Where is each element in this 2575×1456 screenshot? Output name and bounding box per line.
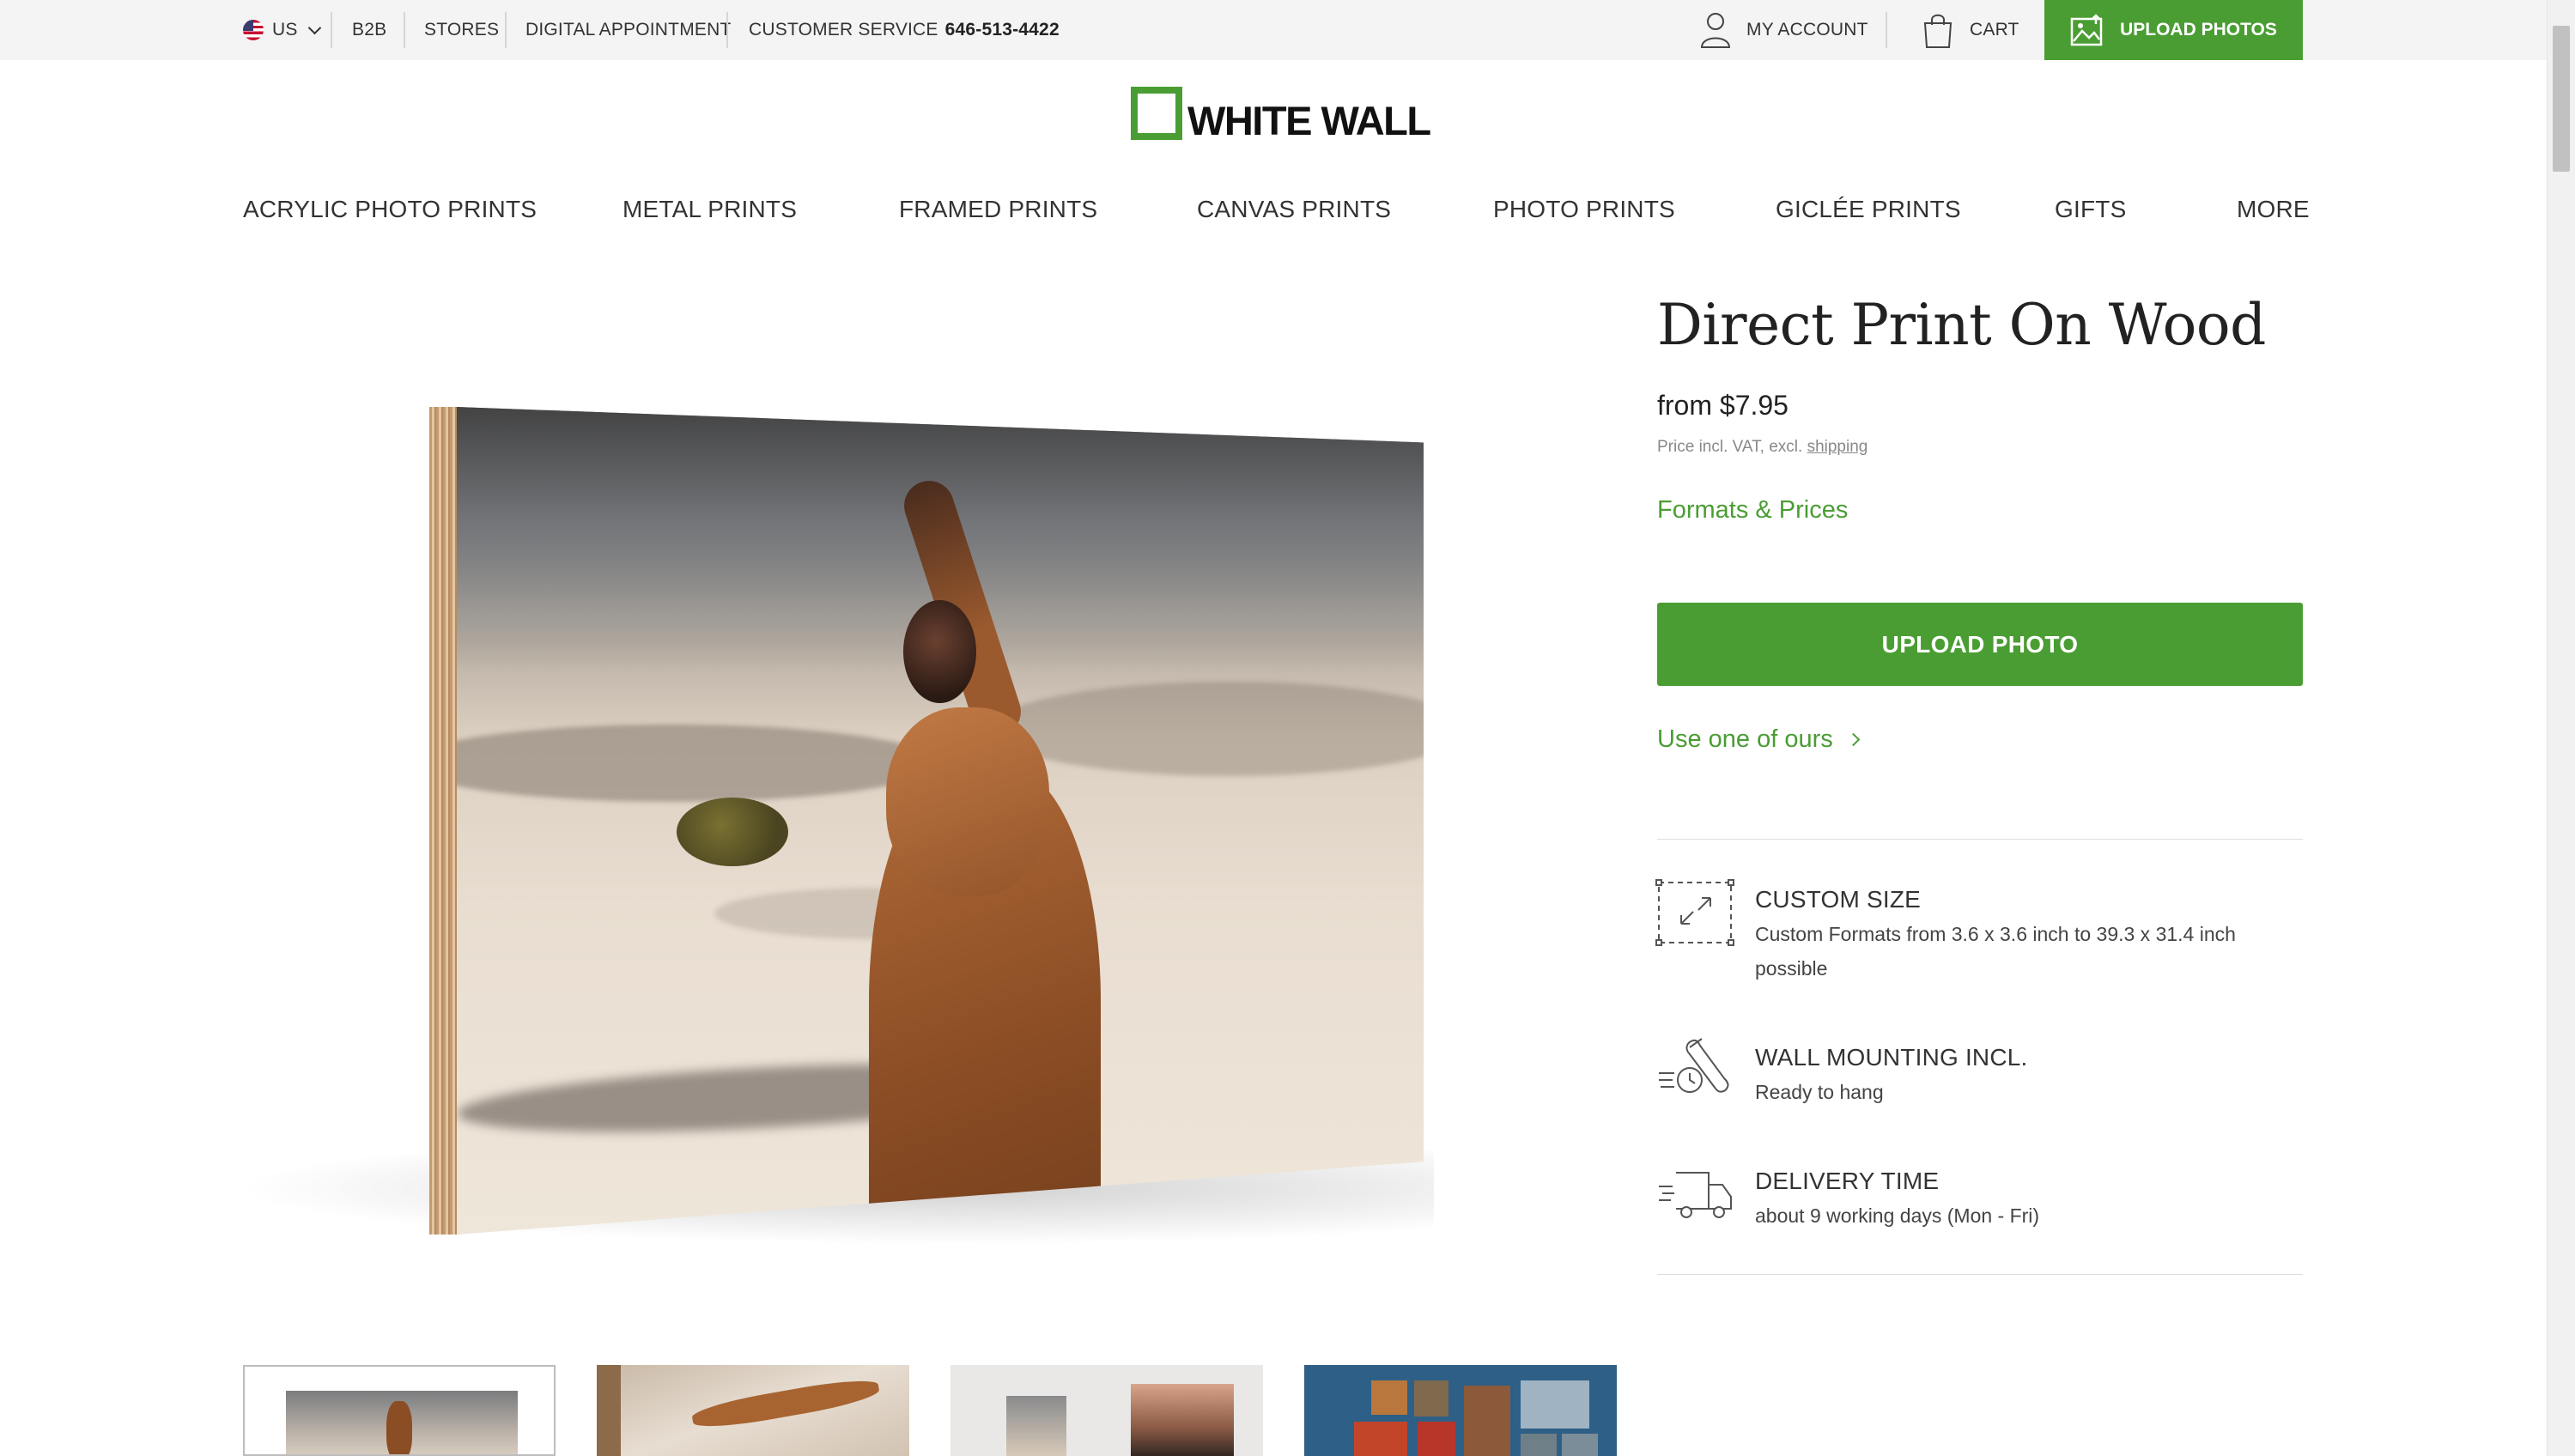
thumbnail-figure (386, 1401, 412, 1454)
feature-title-custom-size: CUSTOM SIZE (1755, 886, 1922, 913)
us-flag-icon (243, 20, 264, 40)
thumbnail-4[interactable] (1304, 1365, 1617, 1456)
nav-gifts[interactable]: GIFTS (2055, 196, 2126, 223)
price-note: Price incl. VAT, excl. shipping (1657, 438, 1867, 457)
top-utility-bar: US B2B STORES DIGITAL APPOINTMENT CUSTOM… (0, 0, 2547, 60)
thumbnail-artwork (1464, 1386, 1510, 1456)
thumbnail-artwork (1521, 1380, 1589, 1429)
figure-arm (897, 474, 1028, 743)
feature-desc-wall-mounting: Ready to hang (1755, 1081, 1884, 1103)
product-price: from $7.95 (1657, 390, 1789, 421)
feature-desc-custom-size: Custom Formats from 3.6 x 3.6 inch to 39… (1755, 923, 2236, 980)
thumbnail-artwork (1414, 1380, 1448, 1417)
nav-giclee-prints[interactable]: GICLÉE PRINTS (1776, 196, 1961, 223)
nav-more[interactable]: MORE (2237, 196, 2310, 223)
b2b-link[interactable]: B2B (352, 0, 386, 60)
thumbnail-artwork (1131, 1384, 1234, 1456)
thumbnail-artwork (1418, 1422, 1455, 1456)
country-selector[interactable]: US (243, 0, 321, 60)
upload-photo-button[interactable]: UPLOAD PHOTO (1657, 603, 2303, 686)
customer-service-phone[interactable]: 646-513-4422 (945, 20, 1060, 40)
country-label: US (272, 20, 298, 39)
nav-framed-prints[interactable]: FRAMED PRINTS (899, 196, 1097, 223)
formats-prices-link[interactable]: Formats & Prices (1657, 496, 1848, 525)
divider (1657, 839, 2303, 840)
customer-service[interactable]: CUSTOMER SERVICE 646-513-4422 (749, 0, 1060, 60)
figure-torso (886, 707, 1049, 896)
feature-desc-delivery-time: about 9 working days (Mon - Fri) (1755, 1204, 2040, 1227)
my-account-label: MY ACCOUNT (1746, 20, 1868, 39)
wall-mount-tools-icon (1659, 1038, 1729, 1093)
thumbnail-1[interactable] (243, 1365, 556, 1456)
desert-bush (677, 798, 788, 866)
wood-edge (429, 407, 460, 1235)
image-upload-icon (2070, 14, 2103, 46)
thumbnail-wood-edge (597, 1365, 621, 1456)
thumbnail-artwork (1354, 1422, 1407, 1456)
chevron-down-icon (307, 21, 321, 34)
my-account-link[interactable]: MY ACCOUNT (1700, 0, 1868, 60)
wood-print-face (457, 407, 1424, 1235)
thumbnail-artwork (1521, 1434, 1557, 1456)
thumbnail-artwork (1371, 1380, 1407, 1415)
thumbnail-2[interactable] (597, 1365, 909, 1456)
use-one-of-ours-link[interactable]: Use one of ours (1657, 725, 1861, 754)
divider (404, 12, 405, 48)
cart-link[interactable]: CART (1922, 0, 2019, 60)
feature-title-delivery-time: DELIVERY TIME (1755, 1168, 1940, 1194)
stores-link[interactable]: STORES (424, 0, 499, 60)
use-one-of-ours-label: Use one of ours (1657, 725, 1833, 753)
chevron-right-icon (1846, 732, 1861, 747)
divider (726, 12, 728, 48)
page-scrollbar[interactable] (2547, 0, 2575, 1456)
logo-text: WHITE WALL (1187, 98, 1431, 143)
product-title: Direct Print On Wood (1657, 292, 2266, 358)
shipping-link[interactable]: shipping (1807, 438, 1868, 456)
resize-arrows-icon (1655, 879, 1734, 946)
cart-label: CART (1970, 20, 2019, 39)
price-note-text: Price incl. VAT, excl. (1657, 438, 1803, 456)
feature-title-wall-mounting: WALL MOUNTING INCL. (1755, 1044, 2028, 1071)
divider (505, 12, 507, 48)
thumbnail-artwork (1006, 1396, 1066, 1456)
upload-photos-button[interactable]: UPLOAD PHOTOS (2044, 0, 2303, 60)
nav-acrylic-photo-prints[interactable]: ACRYLIC PHOTO PRINTS (243, 196, 537, 223)
upload-photos-label: UPLOAD PHOTOS (2120, 20, 2277, 39)
logo-square-icon (1131, 87, 1182, 140)
digital-appointment-link[interactable]: DIGITAL APPOINTMENT (525, 0, 732, 60)
customer-service-label: CUSTOMER SERVICE (749, 20, 938, 39)
shopping-bag-icon (1923, 14, 1953, 48)
user-icon (1700, 13, 1731, 48)
delivery-truck-icon (1659, 1172, 1732, 1218)
nav-canvas-prints[interactable]: CANVAS PRINTS (1197, 196, 1391, 223)
product-main-image[interactable] (232, 395, 1451, 1253)
divider (1886, 12, 1887, 48)
nav-metal-prints[interactable]: METAL PRINTS (622, 196, 797, 223)
divider (331, 12, 332, 48)
divider (1657, 1274, 2303, 1275)
thumbnail-artwork (1562, 1434, 1598, 1456)
nav-photo-prints[interactable]: PHOTO PRINTS (1493, 196, 1675, 223)
figure-head (903, 600, 976, 703)
scrollbar-thumb[interactable] (2553, 26, 2570, 172)
whitewall-logo[interactable]: WHITE WALL (1131, 87, 1431, 143)
thumbnail-3[interactable] (950, 1365, 1263, 1456)
thumbnail-figure (690, 1374, 881, 1433)
